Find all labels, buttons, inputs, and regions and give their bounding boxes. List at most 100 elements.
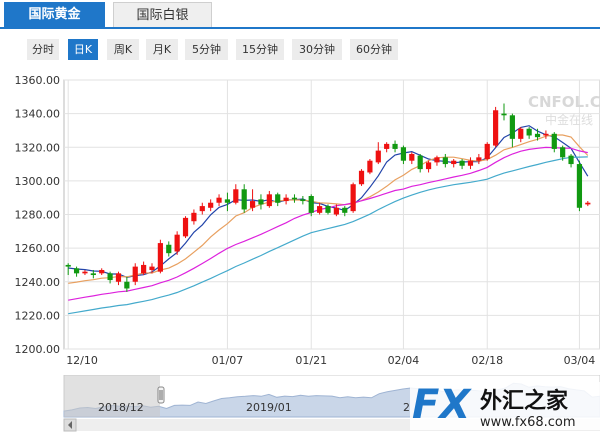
x-tick-label: 02/18 bbox=[471, 354, 503, 367]
candle-body bbox=[484, 143, 490, 160]
tab-international-silver[interactable]: 国际白银 bbox=[113, 2, 212, 27]
candle-body bbox=[543, 133, 549, 136]
period-15min-button[interactable]: 15分钟 bbox=[236, 39, 284, 60]
period-5min-button[interactable]: 5分钟 bbox=[185, 39, 228, 60]
candle-body bbox=[90, 273, 96, 276]
candle-body bbox=[400, 147, 407, 161]
candle bbox=[291, 194, 298, 203]
candle-body bbox=[534, 133, 541, 138]
candle bbox=[425, 160, 432, 173]
candle bbox=[99, 268, 105, 276]
brand-url: www.fx68.com bbox=[480, 415, 576, 430]
candle-body bbox=[551, 133, 557, 149]
candle bbox=[451, 159, 457, 168]
candle bbox=[208, 199, 214, 212]
candle-body bbox=[384, 143, 390, 149]
candle bbox=[551, 132, 557, 153]
period-daily-button[interactable]: 日K bbox=[68, 39, 98, 60]
candle bbox=[283, 194, 289, 205]
period-60min-button[interactable]: 60分钟 bbox=[350, 39, 398, 60]
candle bbox=[409, 152, 415, 165]
candle bbox=[509, 113, 515, 148]
candle bbox=[300, 196, 306, 205]
candle bbox=[73, 266, 80, 277]
candle bbox=[367, 159, 373, 175]
candle bbox=[392, 140, 398, 153]
candle-body bbox=[358, 170, 365, 185]
candle bbox=[166, 241, 172, 257]
candle-body bbox=[509, 115, 515, 139]
navigator-handle-left[interactable] bbox=[157, 386, 165, 404]
navigator-label-jan: 2019/01 bbox=[246, 401, 292, 414]
x-tick-label: 02/04 bbox=[388, 354, 420, 367]
candle bbox=[568, 153, 574, 168]
candle-body bbox=[392, 143, 398, 149]
candle-body bbox=[576, 164, 583, 208]
y-tick-label: 1200.00 bbox=[15, 343, 61, 356]
x-tick-label: 01/07 bbox=[212, 354, 244, 367]
cnfol-watermark-sub: 中金在线 bbox=[545, 112, 593, 127]
candle-body bbox=[99, 269, 105, 274]
candle bbox=[467, 157, 474, 170]
candle bbox=[275, 192, 281, 207]
y-tick-label: 1360.00 bbox=[15, 74, 61, 87]
candle bbox=[124, 276, 130, 292]
candle bbox=[459, 159, 465, 170]
candle bbox=[518, 127, 524, 143]
candle bbox=[216, 194, 222, 207]
candle-body bbox=[241, 189, 247, 210]
candle-body bbox=[526, 128, 532, 136]
candle-body bbox=[409, 153, 415, 161]
ma20-line bbox=[68, 146, 588, 301]
period-monthly-button[interactable]: 月K bbox=[146, 39, 178, 60]
candle bbox=[585, 201, 591, 207]
candle-body bbox=[367, 160, 373, 173]
candle-body bbox=[107, 273, 113, 281]
candle-body bbox=[451, 160, 457, 165]
candlestick-chart: 1360.00 1340.00 1320.00 1300.00 1280.00 1260.… bbox=[15, 74, 600, 367]
candle-body bbox=[560, 147, 566, 158]
candle-body bbox=[291, 197, 298, 200]
candle-body bbox=[518, 128, 524, 139]
cnfol-watermark: CNFOL.COM bbox=[528, 93, 600, 111]
period-weekly-button[interactable]: 周K bbox=[107, 39, 139, 60]
y-tick-label: 1260.00 bbox=[15, 242, 61, 255]
candle bbox=[224, 192, 231, 212]
candle-body bbox=[124, 281, 130, 289]
candle bbox=[241, 184, 247, 213]
tab-international-gold[interactable]: 国际黄金 bbox=[4, 2, 105, 27]
candle-body bbox=[350, 184, 356, 212]
candle-body bbox=[425, 162, 432, 170]
y-tick-label: 1280.00 bbox=[15, 209, 61, 222]
candle bbox=[543, 130, 549, 139]
candle-body bbox=[216, 197, 222, 203]
candle-body bbox=[73, 268, 80, 274]
candle-body bbox=[442, 157, 448, 165]
candle-body bbox=[233, 189, 239, 203]
candle-body bbox=[258, 199, 264, 205]
candle bbox=[157, 239, 163, 274]
brand-name: 外汇之家 bbox=[480, 388, 569, 414]
candle-body bbox=[283, 197, 289, 202]
candle bbox=[233, 184, 239, 205]
candle bbox=[400, 145, 407, 165]
candle-body bbox=[174, 234, 180, 252]
candle bbox=[141, 261, 147, 276]
candle-body bbox=[459, 160, 465, 166]
candle-body bbox=[141, 264, 147, 274]
candle-body bbox=[317, 206, 323, 213]
period-intraday-button[interactable]: 分时 bbox=[27, 39, 59, 60]
candle-body bbox=[342, 207, 348, 213]
candle-body bbox=[375, 150, 381, 163]
candle-body bbox=[191, 212, 197, 222]
candle-body bbox=[275, 194, 281, 203]
candle-body bbox=[568, 155, 574, 165]
candle-body bbox=[333, 207, 339, 215]
period-30min-button[interactable]: 30分钟 bbox=[292, 39, 342, 60]
candle-body bbox=[476, 157, 482, 161]
candle-body bbox=[65, 264, 71, 267]
candle bbox=[417, 153, 423, 173]
candle-body bbox=[585, 202, 591, 205]
candle bbox=[442, 153, 448, 168]
fx-logo-mark: FX bbox=[412, 382, 472, 428]
